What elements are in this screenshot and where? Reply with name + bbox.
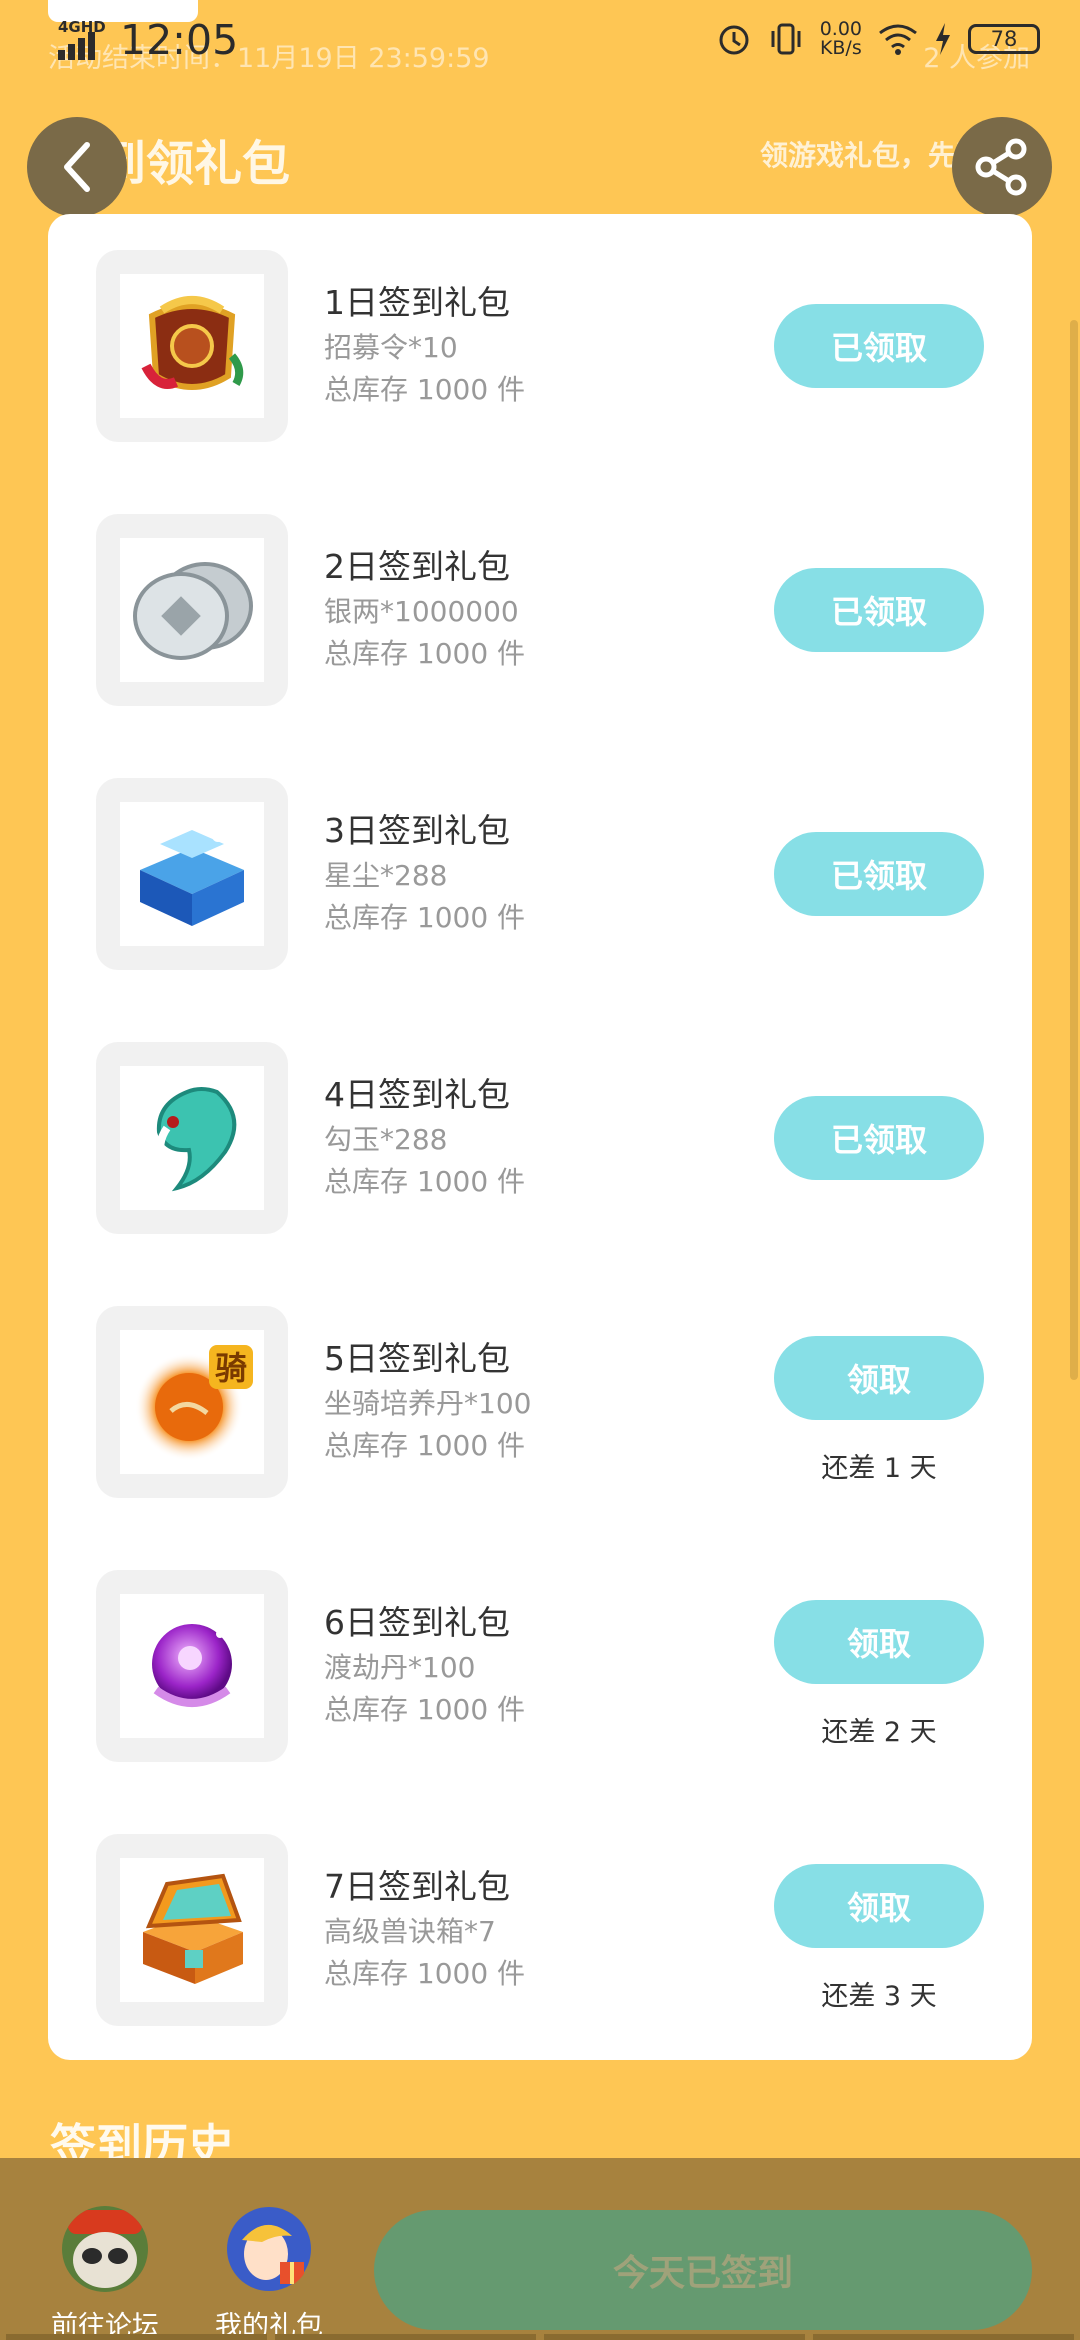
gift-item: 银两*1000000	[324, 595, 519, 628]
gift-thumb-frame	[96, 1042, 288, 1234]
share-icon	[975, 138, 1027, 196]
gift-stock: 总库存 1000 件	[324, 1165, 526, 1198]
forum-nav-button[interactable]: 前往论坛	[40, 2206, 170, 2340]
gift-thumb	[120, 538, 264, 682]
claimed-button[interactable]: 已领取	[774, 1096, 984, 1180]
event-end-time-text: 活动结束时间：11月19日 23:59:59	[48, 43, 490, 74]
bottom-divider	[0, 2334, 1080, 2340]
gift-row: 3日签到礼包 星尘*288 总库存 1000 件 已领取	[48, 742, 1032, 1006]
gift-item: 高级兽诀箱*7	[324, 1915, 496, 1948]
silver-coins-icon	[133, 562, 253, 660]
gift-name: 3日签到礼包	[324, 811, 510, 850]
gift-row: 1日签到礼包 招募令*10 总库存 1000 件 已领取	[48, 214, 1032, 478]
charging-icon	[936, 23, 950, 55]
mount-pill-label: 骑	[215, 1349, 247, 1387]
claim-button[interactable]: 领取	[774, 1336, 984, 1420]
clock-time: 12:05	[120, 16, 239, 64]
gift-row: 骑 5日签到礼包 坐骑培养丹*100 总库存 1000 件 领取 还差 1 天	[48, 1270, 1032, 1534]
tribulation-pill-icon	[152, 1624, 232, 1707]
gift-thumb-frame	[96, 1570, 288, 1762]
signal-icon	[58, 32, 95, 60]
days-remaining: 还差 3 天	[821, 1981, 937, 2012]
my-gifts-nav-button[interactable]: 我的礼包	[204, 2206, 334, 2340]
gift-name: 2日签到礼包	[324, 547, 510, 586]
gift-thumb	[120, 802, 264, 946]
gift-item: 星尘*288	[324, 859, 448, 892]
gift-thumb: 骑	[120, 1330, 264, 1474]
gift-list-card: 1日签到礼包 招募令*10 总库存 1000 件 已领取 2日签到礼包 银两*1…	[48, 214, 1032, 2060]
gift-thumb-frame: 骑	[96, 1306, 288, 1498]
days-remaining: 还差 1 天	[821, 1453, 937, 1484]
gift-stock: 总库存 1000 件	[324, 901, 526, 934]
gift-name: 7日签到礼包	[324, 1867, 510, 1906]
gift-item: 勾玉*288	[324, 1123, 448, 1156]
forum-avatar-icon	[62, 2206, 148, 2292]
gift-name: 1日签到礼包	[324, 283, 510, 322]
network-speed: 0.00 KB/s	[820, 20, 862, 58]
recruit-token-icon	[141, 296, 244, 390]
beast-chest-icon	[143, 1873, 243, 1984]
days-remaining: 还差 2 天	[821, 1717, 937, 1748]
gift-stock: 总库存 1000 件	[324, 373, 526, 406]
gift-thumb	[120, 1858, 264, 2002]
gift-stock: 总库存 1000 件	[324, 1429, 526, 1462]
magatama-icon	[156, 1087, 237, 1192]
mount-pill-icon: 骑	[135, 1345, 253, 1461]
checked-in-button[interactable]: 今天已签到	[374, 2210, 1032, 2330]
gift-row: 7日签到礼包 高级兽诀箱*7 总库存 1000 件 领取 还差 3 天	[48, 1798, 1032, 2062]
alarm-icon	[719, 25, 749, 55]
gift-stock: 总库存 1000 件	[324, 1957, 526, 1990]
gift-avatar-icon	[227, 2207, 311, 2291]
gift-stock: 总库存 1000 件	[324, 637, 526, 670]
gift-name: 5日签到礼包	[324, 1339, 510, 1378]
gift-thumb-frame	[96, 778, 288, 970]
claimed-button[interactable]: 已领取	[774, 304, 984, 388]
gift-thumb	[120, 274, 264, 418]
battery-level: 78	[968, 24, 1040, 54]
stardust-chest-icon	[140, 830, 244, 926]
gift-item: 坐骑培养丹*100	[324, 1387, 532, 1420]
speed-unit: KB/s	[819, 37, 862, 59]
gift-item: 渡劫丹*100	[324, 1651, 476, 1684]
wifi-icon	[879, 24, 917, 55]
claim-button[interactable]: 领取	[774, 1600, 984, 1684]
gift-row: 4日签到礼包 勾玉*288 总库存 1000 件 已领取	[48, 1006, 1032, 1270]
gift-row: 6日签到礼包 渡劫丹*100 总库存 1000 件 领取 还差 2 天	[48, 1534, 1032, 1798]
chevron-left-icon	[64, 142, 90, 192]
gift-name: 6日签到礼包	[324, 1603, 510, 1642]
share-button[interactable]	[952, 117, 1052, 217]
gift-thumb	[120, 1594, 264, 1738]
gift-item: 招募令*10	[324, 331, 458, 364]
gift-thumb-frame	[96, 1834, 288, 2026]
gift-name: 4日签到礼包	[324, 1075, 510, 1114]
back-button[interactable]	[27, 117, 127, 217]
bottom-bar: 前往论坛 我的礼包 今天已签到	[0, 2158, 1080, 2340]
scrollbar[interactable]	[1070, 320, 1078, 1380]
gift-thumb-frame	[96, 250, 288, 442]
gift-row: 2日签到礼包 银两*1000000 总库存 1000 件 已领取	[48, 478, 1032, 742]
status-bar: 活动结束时间：11月19日 23:59:59 2 人参加 4GHD 12:05 …	[0, 0, 1080, 100]
gift-thumb	[120, 1066, 264, 1210]
claimed-button[interactable]: 已领取	[774, 832, 984, 916]
gift-thumb-frame	[96, 514, 288, 706]
claimed-button[interactable]: 已领取	[774, 568, 984, 652]
claim-button[interactable]: 领取	[774, 1864, 984, 1948]
gift-stock: 总库存 1000 件	[324, 1693, 526, 1726]
vibrate-icon	[771, 23, 801, 55]
